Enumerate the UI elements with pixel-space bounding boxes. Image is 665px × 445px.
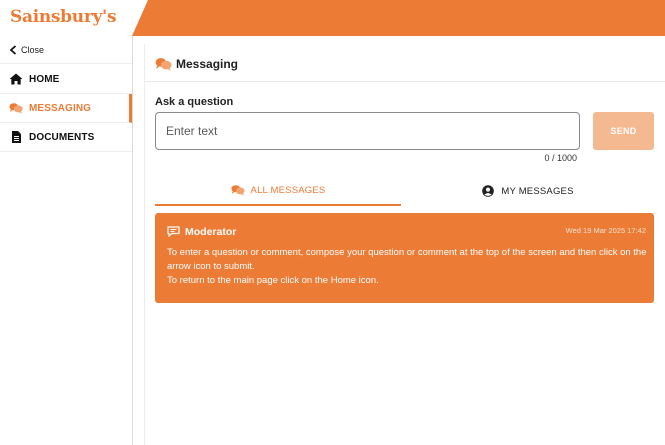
sidebar: Close HOME MESSAGING DOCUMENTS [0,36,133,445]
speech-icon [167,226,180,237]
chat-bubbles-icon [230,185,245,196]
question-input[interactable] [155,112,580,150]
message-timestamp: Wed 19 Mar 2025 17:42 [565,226,646,235]
top-header: Sainsbury's [0,0,665,36]
sidebar-item-home[interactable]: HOME [0,65,132,94]
page-title: Messaging [176,57,239,71]
message-author: Moderator [185,226,237,238]
chat-bubbles-icon [9,103,23,114]
tab-my-messages[interactable]: MY MESSAGES [401,176,654,206]
message-line: To return to the main page click on the … [167,275,379,286]
close-label: Close [21,44,45,55]
logo[interactable]: Sainsbury's [0,0,148,36]
user-circle-icon [482,185,495,197]
document-icon [12,131,21,143]
home-icon [9,73,23,85]
tab-label: ALL MESSAGES [250,184,326,196]
char-counter: 0 / 1000 [544,153,577,163]
close-button[interactable]: Close [0,36,132,64]
message-body: To enter a question or comment, compose … [167,246,647,288]
sidebar-item-messaging[interactable]: MESSAGING [0,94,132,123]
chat-bubbles-icon [155,58,172,71]
sidebar-item-label: HOME [29,73,60,85]
tab-all-messages[interactable]: ALL MESSAGES [155,176,401,206]
main-panel: Messaging Ask a question SEND 0 / 1000 A… [144,44,665,445]
message-item: Moderator Wed 19 Mar 2025 17:42 To enter… [155,213,654,303]
ask-question-label: Ask a question [155,96,234,108]
tab-label: MY MESSAGES [501,185,574,197]
sidebar-item-label: MESSAGING [29,102,92,114]
logo-text: Sainsbury's [10,7,117,27]
sidebar-item-documents[interactable]: DOCUMENTS [0,123,132,152]
sidebar-item-label: DOCUMENTS [29,131,95,143]
main-header: Messaging [145,44,665,82]
send-button[interactable]: SEND [593,112,654,150]
chevron-left-icon [9,44,17,55]
message-line: To enter a question or comment, compose … [167,247,647,272]
